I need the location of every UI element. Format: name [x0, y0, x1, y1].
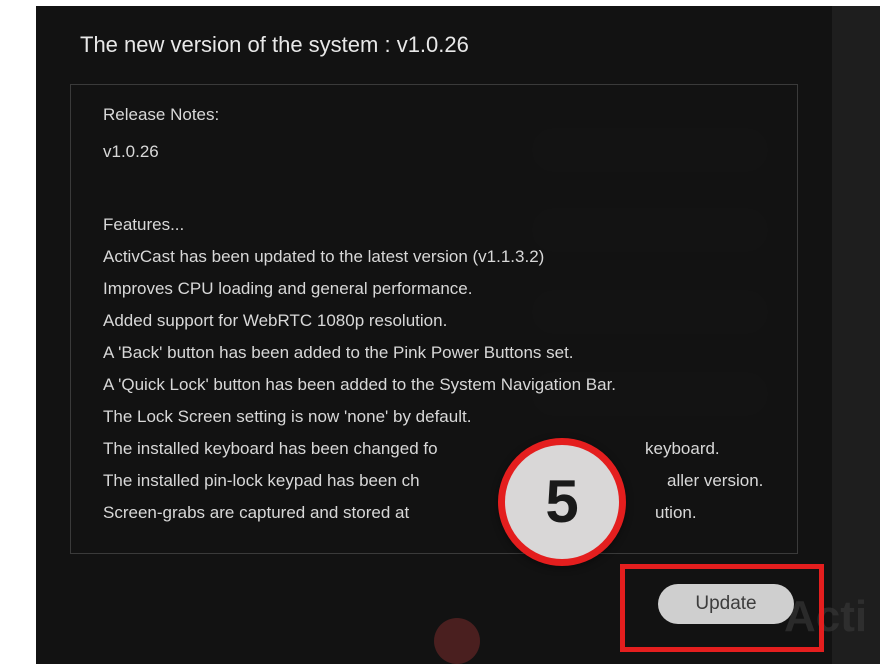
release-notes-panel[interactable]: Release Notes: v1.0.26 Features... Activ…: [70, 84, 798, 554]
dialog-title: The new version of the system : v1.0.26: [80, 32, 469, 57]
annotation-highlight-box: [620, 564, 824, 652]
release-notes-line: The Lock Screen setting is now 'none' by…: [103, 407, 472, 426]
release-notes-line: ActivCast has been updated to the latest…: [103, 247, 545, 266]
release-notes-line: Improves CPU loading and general perform…: [103, 279, 473, 298]
release-notes-line: Screen-grabs are captured and stored at: [103, 503, 410, 522]
release-notes-heading: Release Notes:: [103, 105, 220, 124]
release-notes-line-tail: ution.: [655, 503, 697, 522]
release-notes-version: v1.0.26: [103, 142, 159, 161]
release-notes-line-tail: keyboard.: [645, 439, 720, 458]
background-side-panel: [832, 6, 880, 664]
release-notes-line: Features...: [103, 215, 185, 234]
step-number-badge: 5: [498, 438, 626, 566]
device-screen: Acti The new version of the system : v1.…: [36, 6, 880, 664]
release-notes-line: Added support for WebRTC 1080p resolutio…: [103, 311, 448, 330]
menu-icon: [434, 618, 480, 664]
release-notes-line: The installed pin-lock keypad has been c…: [103, 471, 420, 490]
release-notes-line: A 'Back' button has been added to the Pi…: [103, 343, 574, 362]
release-notes-line: The installed keyboard has been changed …: [103, 439, 438, 458]
release-notes-line-tail: aller version.: [667, 471, 764, 490]
release-notes-line: A 'Quick Lock' button has been added to …: [103, 375, 617, 394]
